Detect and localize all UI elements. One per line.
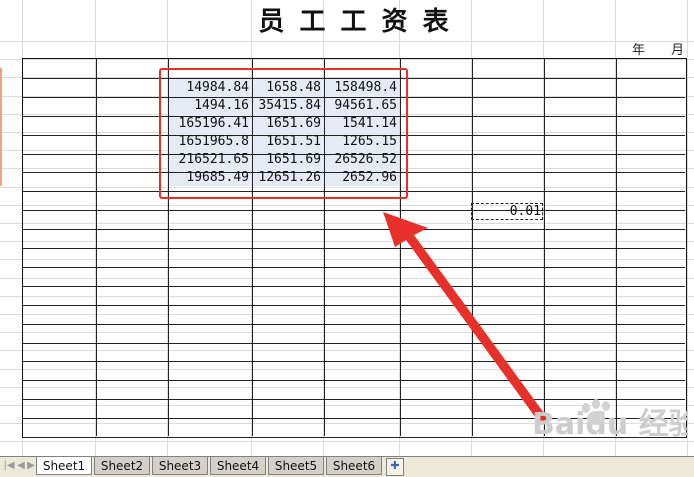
annotation-arrow xyxy=(383,212,549,425)
tab-sheet5[interactable]: Sheet5 xyxy=(268,457,324,475)
watermark-text: Baidu 经验 xyxy=(532,407,688,442)
sheet-tab-bar: |◀ ◀ ▶ Sheet1 Sheet2 Sheet3 Sheet4 Sheet5 She… xyxy=(0,456,694,477)
tab-sheet4[interactable]: Sheet4 xyxy=(210,457,266,475)
spreadsheet-grid[interactable]: 员 工 工 资 表 年 月 14984.84 1658.48 158498.4 149… xyxy=(0,0,694,456)
watermark: Baidu 经验 xyxy=(528,398,694,446)
tab-sheet1[interactable]: Sheet1 xyxy=(36,457,92,475)
tab-sheet2[interactable]: Sheet2 xyxy=(94,457,150,475)
tab-sheet6[interactable]: Sheet6 xyxy=(326,457,382,475)
new-sheet-icon[interactable]: ✚ xyxy=(386,458,404,476)
tab-sheet3[interactable]: Sheet3 xyxy=(152,457,208,475)
